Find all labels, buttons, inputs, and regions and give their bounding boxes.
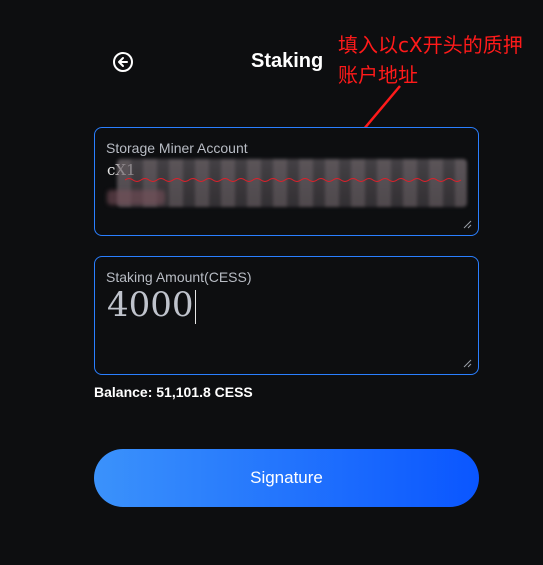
staking-amount-value: 4000: [107, 285, 194, 325]
signature-button[interactable]: Signature: [94, 449, 479, 507]
balance-text: Balance: 51,101.8 CESS: [94, 384, 253, 400]
text-caret: [194, 290, 196, 324]
annotation-text: 填入以cX开头的质押账户地址: [338, 33, 523, 87]
staking-amount-label: Staking Amount(CESS): [106, 269, 252, 285]
resize-handle-icon[interactable]: [463, 220, 472, 229]
staking-amount-field[interactable]: Staking Amount(CESS) 4000: [94, 256, 479, 375]
storage-miner-account-field[interactable]: Storage Miner Account cX1: [94, 127, 479, 236]
spellcheck-underline: [125, 178, 462, 182]
resize-handle-icon[interactable]: [463, 359, 472, 368]
redacted-address-tail: [107, 190, 165, 205]
page-title: Staking: [251, 50, 324, 72]
arrow-left-icon: [118, 57, 128, 67]
redacted-address: [117, 159, 467, 207]
back-button[interactable]: [113, 52, 133, 72]
storage-miner-account-label: Storage Miner Account: [106, 140, 248, 156]
